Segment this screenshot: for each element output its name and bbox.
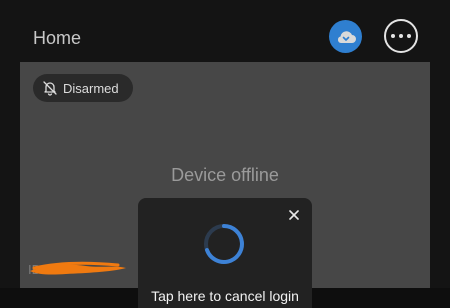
redaction-scribble: [30, 261, 126, 275]
cancel-login-link[interactable]: Tap here to cancel login: [138, 288, 312, 304]
offline-message: Device offline: [171, 165, 279, 185]
cloud-storage-icon: [337, 30, 356, 43]
arm-status-badge[interactable]: Disarmed: [33, 74, 133, 102]
login-overlay[interactable]: Tap here to cancel login: [138, 198, 312, 308]
close-icon: [289, 210, 299, 220]
top-bar: Home: [0, 0, 450, 62]
loading-spinner-icon: [204, 224, 244, 264]
arm-status-label: Disarmed: [63, 80, 119, 96]
more-options-icon: [389, 34, 413, 38]
close-overlay-button[interactable]: [286, 207, 302, 223]
app-screen: Home Disarmed Device offline ID:: [0, 0, 450, 308]
cloud-button[interactable]: [329, 20, 362, 53]
bell-off-icon: [43, 81, 57, 96]
page-title: Home: [33, 28, 82, 48]
more-options-button[interactable]: [384, 19, 418, 53]
